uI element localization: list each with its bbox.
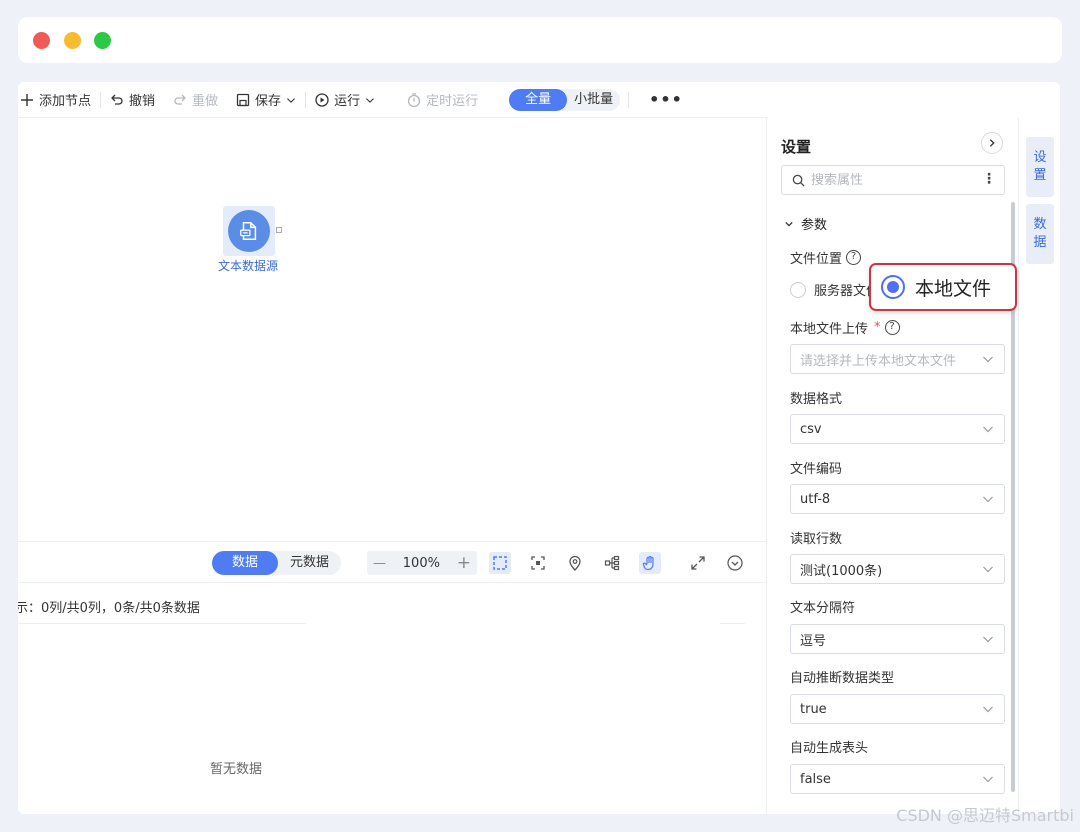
plus-icon (21, 93, 33, 106)
tab-data[interactable]: 数据 (212, 551, 279, 575)
search-icon (792, 174, 805, 187)
zoom-out-button[interactable]: — (373, 556, 386, 571)
chevron-down-icon (785, 221, 793, 227)
rail-tab-settings[interactable]: 设置 (1026, 137, 1054, 197)
encoding-label: 文件编码 (790, 462, 843, 477)
text-datasource-node[interactable] (223, 206, 275, 256)
radio-server-file[interactable]: 服务器文件 (790, 280, 879, 299)
node-output-port[interactable] (276, 227, 282, 233)
header-select[interactable]: false (790, 764, 1005, 794)
mode-small-batch-option[interactable]: 小批量 (567, 89, 620, 111)
hand-pan-icon[interactable] (639, 552, 661, 574)
app-window: 添加节点 撤销 重做 保存 运行 定时运行 全量 小批量 ••• 文本数据源 数… (18, 82, 1060, 814)
chevron-down-icon (366, 97, 375, 103)
select-area-icon[interactable] (489, 552, 511, 574)
collapse-panel-icon[interactable] (724, 552, 746, 574)
divider (628, 91, 630, 108)
encoding-select[interactable]: utf-8 (790, 484, 1005, 514)
close-window-button[interactable] (33, 32, 50, 49)
right-rail: 设置 数据 (1018, 118, 1060, 814)
upload-label: 本地文件上传 * ? (790, 318, 900, 337)
rows-select[interactable]: 测试(1000条) (790, 554, 1005, 584)
preview-tab-toggle: 数据 元数据 (212, 551, 342, 575)
chevron-down-icon (983, 356, 993, 363)
layout-tree-icon[interactable] (601, 552, 623, 574)
kebab-menu-icon[interactable]: ⋮ (982, 171, 996, 187)
chevron-down-icon (287, 97, 296, 103)
empty-state-text: 暂无数据 (210, 762, 263, 777)
chevron-right-icon (989, 139, 995, 147)
document-icon (228, 210, 270, 252)
zoom-in-button[interactable]: + (457, 553, 471, 573)
radio-selected-icon (881, 275, 905, 299)
infer-type-label: 自动推断数据类型 (790, 671, 895, 686)
fullscreen-icon[interactable] (687, 552, 709, 574)
chevron-down-icon (983, 636, 993, 643)
timer-icon (407, 92, 421, 107)
delimiter-select[interactable]: 逗号 (790, 624, 1005, 654)
toolbar: 添加节点 撤销 重做 保存 运行 定时运行 全量 小批量 ••• (18, 82, 768, 118)
rail-tab-data[interactable]: 数据 (1026, 204, 1054, 264)
delimiter-label: 文本分隔符 (790, 601, 856, 616)
divider (720, 623, 745, 624)
chevron-down-icon (983, 706, 993, 713)
rows-label: 读取行数 (790, 532, 843, 547)
radio-local-file[interactable]: 本地文件 (869, 263, 1017, 311)
mode-full-option[interactable]: 全量 (509, 88, 568, 111)
minimize-window-button[interactable] (64, 32, 81, 49)
help-icon[interactable]: ? (846, 250, 862, 265)
run-mode-toggle: 全量 小批量 (509, 88, 621, 111)
search-input[interactable] (811, 172, 971, 188)
fit-view-icon[interactable] (527, 552, 549, 574)
upload-select[interactable]: 请选择并上传本地文本文件 (790, 344, 1005, 374)
help-icon[interactable]: ? (884, 320, 900, 335)
panel-collapse-button[interactable] (981, 132, 1003, 154)
chevron-down-icon (983, 776, 993, 783)
locate-icon[interactable] (564, 552, 586, 574)
zoom-level: 100% (402, 555, 440, 571)
redo-icon (174, 94, 186, 105)
panel-title: 设置 (781, 138, 812, 156)
data-hint-text: 提示：0列/共0列，0条/共0条数据 (18, 601, 200, 616)
save-icon (236, 93, 250, 106)
window-titlebar (18, 17, 1062, 63)
chevron-down-icon (983, 426, 993, 433)
preview-toolbar: 数据 元数据 — 100% + (18, 541, 766, 583)
chevron-down-icon (983, 566, 993, 573)
more-icon[interactable]: ••• (649, 90, 683, 109)
required-asterisk: * (874, 320, 881, 335)
maximize-window-button[interactable] (94, 32, 111, 49)
infer-type-select[interactable]: true (790, 694, 1005, 724)
format-label: 数据格式 (790, 392, 843, 407)
settings-panel: 设置 ⋮ 参数 文件位置 ? 服务器文件 本地文件上传 * ? 请选择并上传本地… (766, 118, 1018, 814)
undo-icon (111, 94, 123, 105)
run-button[interactable]: 运行 (306, 90, 384, 109)
chevron-down-icon (983, 496, 993, 503)
undo-button[interactable]: 撤销 (101, 90, 164, 109)
save-button[interactable]: 保存 (227, 90, 305, 109)
schedule-run-button[interactable]: 定时运行 (398, 90, 487, 109)
node-label: 文本数据源 (218, 259, 279, 273)
redo-button[interactable]: 重做 (164, 90, 227, 109)
section-params[interactable]: 参数 (785, 214, 827, 233)
play-circle-icon (315, 92, 329, 107)
tab-metadata[interactable]: 元数据 (278, 551, 341, 575)
file-location-label: 文件位置 ? (790, 248, 862, 267)
format-select[interactable]: csv (790, 414, 1005, 444)
header-label: 自动生成表头 (790, 741, 869, 756)
divider (18, 623, 306, 624)
add-node-button[interactable]: 添加节点 (18, 90, 100, 109)
property-search: ⋮ (781, 165, 1005, 195)
zoom-control: — 100% + (367, 551, 477, 575)
watermark: CSDN @思迈特Smartbi (896, 806, 1074, 825)
radio-circle (790, 281, 806, 298)
